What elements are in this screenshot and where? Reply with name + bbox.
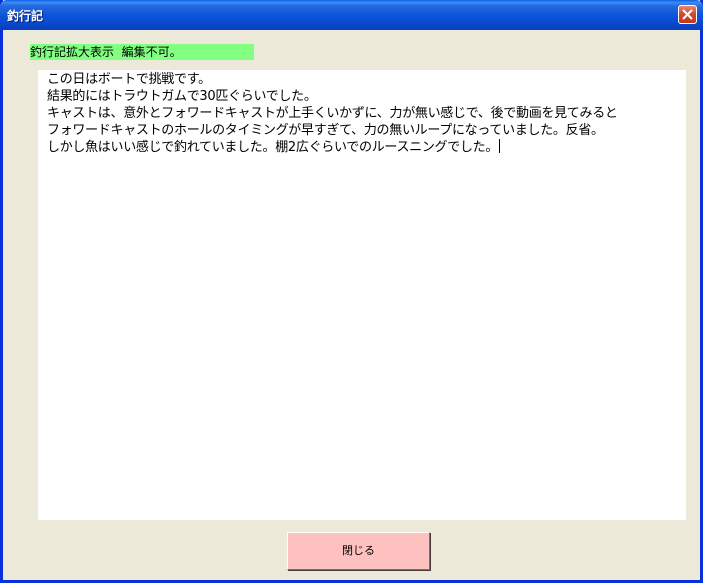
title-bar[interactable]: 釣行記 [0,0,703,30]
text-line: 結果的にはトラウトガムで30匹ぐらいでした。 [47,89,317,104]
window-title: 釣行記 [7,9,44,23]
text-line: この日はボートで挑戦です。 [47,72,211,87]
readonly-banner: 釣行記拡大表示 編集不可。 [30,44,254,60]
text-line: フォワードキャストのホールのタイミングが早すぎて、力の無いループになっていました… [47,123,604,138]
dialog-window: 釣行記 釣行記拡大表示 編集不可。 この日はボートで挑戦です。 結果的にはトラウ… [0,0,703,583]
journal-textbox[interactable]: この日はボートで挑戦です。 結果的にはトラウトガムで30匹ぐらいでした。 キャス… [38,70,686,520]
text-line-last: しかし魚はいい感じで釣れていました。棚2広ぐらいでのルースニングでした。 [47,139,680,156]
text-caret [499,139,501,153]
text-line: キャストは、意外とフォワードキャストが上手くいかずに、力が無い感じで、後で動画を… [47,106,618,121]
close-button[interactable]: 閉じる [287,532,430,570]
text-line-content: しかし魚はいい感じで釣れていました。棚2広ぐらいでのルースニングでした。 [47,140,499,155]
close-icon [682,9,693,20]
window-close-button[interactable] [678,5,697,24]
